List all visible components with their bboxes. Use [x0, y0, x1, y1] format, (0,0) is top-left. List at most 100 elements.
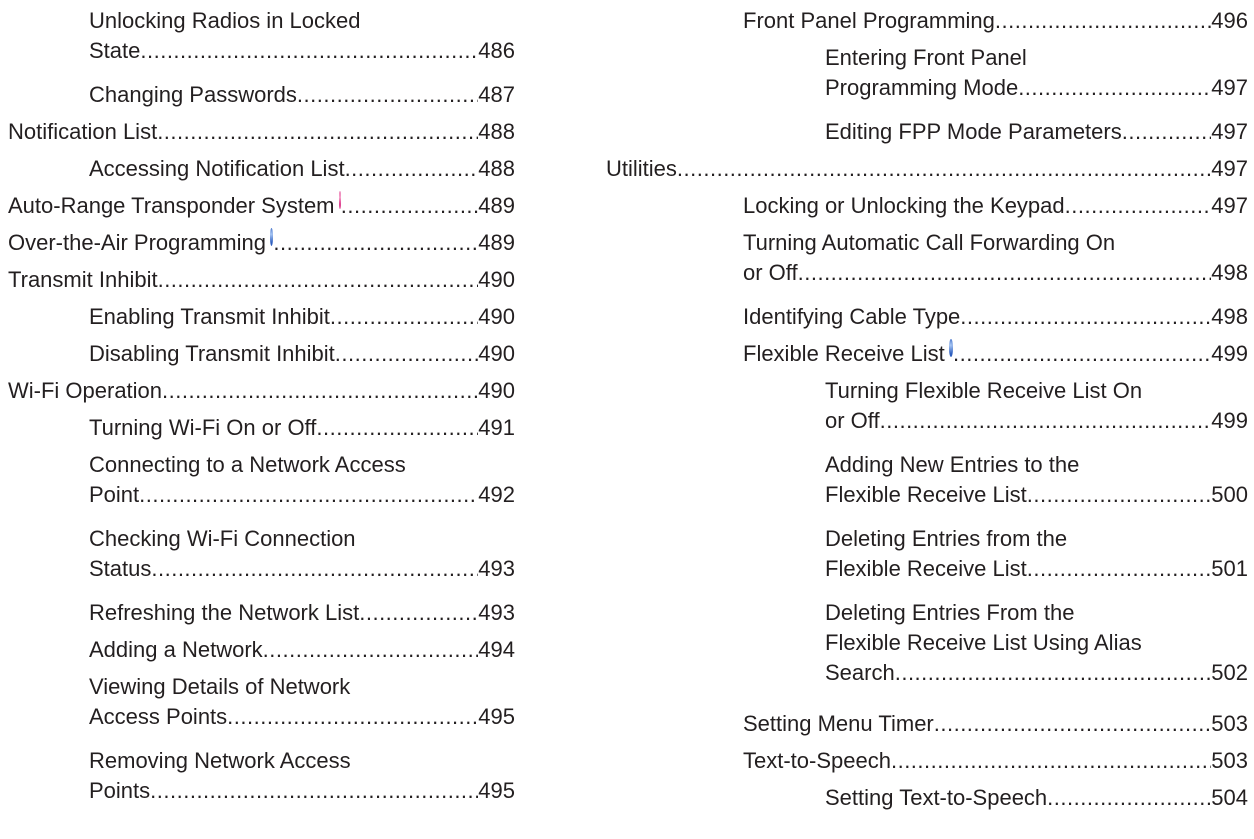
- toc-entry[interactable]: Over-the-Air Programming 489: [8, 228, 515, 258]
- dot-leader: [1018, 73, 1211, 103]
- toc-page-number: 496: [1211, 8, 1248, 33]
- toc-entry[interactable]: Transmit Inhibit 490: [8, 265, 515, 295]
- toc-page-number: 489: [478, 230, 515, 255]
- toc-entry-title: Access Points: [89, 704, 228, 729]
- toc-entry-title: Deleting Entries from the: [825, 526, 1068, 551]
- toc-entry-title: Transmit Inhibit: [8, 267, 158, 292]
- toc-entry-title: Text-to-Speech: [743, 748, 891, 773]
- toc-entry[interactable]: Utilities 497: [606, 154, 1248, 184]
- toc-page-number: 487: [478, 82, 515, 107]
- toc-entry-title: Unlocking Radios in Locked: [89, 8, 361, 33]
- toc-page-number: 497: [1211, 75, 1248, 100]
- toc-entry[interactable]: Notification List 488: [8, 117, 515, 147]
- toc-entry[interactable]: Accessing Notification List 488: [89, 154, 515, 184]
- toc-page-number: 494: [478, 637, 515, 662]
- toc-entry[interactable]: Turning Wi-Fi On or Off 491: [89, 413, 515, 443]
- toc-entry[interactable]: Connecting to a Network Access Point 492: [89, 450, 515, 510]
- toc-entry-title: Viewing Details of Network: [89, 674, 351, 699]
- toc-entry[interactable]: Text-to-Speech 503: [743, 746, 1248, 776]
- toc-entry-title: Search: [825, 660, 895, 685]
- toc-entry-title: or Off: [743, 260, 798, 285]
- toc-page-number: 486: [478, 38, 515, 63]
- toc-entry[interactable]: Deleting Entries From the Flexible Receiv…: [825, 598, 1248, 688]
- toc-entry-title: Deleting Entries From the: [825, 600, 1075, 625]
- toc-entry-title: Points: [89, 778, 151, 803]
- toc-page-number: 497: [1211, 156, 1248, 181]
- toc-entry-title: Flexible Receive List Using Alias: [825, 630, 1142, 655]
- toc-page-number: 493: [478, 600, 515, 625]
- toc-entry[interactable]: Setting Menu Timer 503: [743, 709, 1248, 739]
- toc-entry[interactable]: Entering Front Panel Programming Mode 497: [825, 43, 1248, 103]
- toc-entry-title: or Off: [825, 408, 880, 433]
- toc-page-number: 489: [478, 193, 515, 218]
- toc-entry[interactable]: Front Panel Programming 496: [743, 6, 1248, 36]
- toc-page-number: 490: [478, 378, 515, 403]
- toc-entry[interactable]: Adding New Entries to the Flexible Receiv…: [825, 450, 1248, 510]
- toc-page-number: 499: [1211, 408, 1248, 433]
- toc-entry-title: Utilities: [606, 156, 677, 181]
- toc-entry[interactable]: Unlocking Radios in Locked State 486: [89, 6, 515, 66]
- toc-entry[interactable]: Identifying Cable Type 498: [743, 302, 1248, 332]
- dot-leader: [345, 154, 479, 184]
- toc-page-number: 499: [1211, 341, 1248, 366]
- dot-leader: [1122, 117, 1212, 147]
- dot-leader: [895, 658, 1212, 688]
- toc-entry-title: Front Panel Programming: [743, 8, 995, 33]
- toc-entry-title: Changing Passwords: [89, 82, 297, 107]
- dot-leader: [995, 6, 1211, 36]
- toc-entry-title: Disabling Transmit Inhibit: [89, 341, 335, 366]
- toc-page-number: 501: [1211, 556, 1248, 581]
- dot-leader: [1047, 783, 1211, 813]
- toc-page-number: 492: [478, 482, 515, 507]
- toc-entry-title: Accessing Notification List: [89, 156, 345, 181]
- toc-page-number: 504: [1211, 785, 1248, 810]
- toc-entry-title: Turning Flexible Receive List On: [825, 378, 1143, 403]
- dot-leader: [1027, 554, 1212, 584]
- toc-entry[interactable]: Auto-Range Transponder System 489: [8, 191, 515, 221]
- toc-entry[interactable]: Turning Automatic Call Forwarding On or O…: [743, 228, 1248, 288]
- dot-leader: [273, 228, 478, 258]
- toc-entry[interactable]: Setting Text-to-Speech 504: [825, 783, 1248, 813]
- toc-entry-title: Adding a Network: [89, 637, 263, 662]
- toc-entry-title: Flexible Receive List: [825, 482, 1027, 507]
- dot-leader: [157, 117, 478, 147]
- dot-leader: [140, 36, 478, 66]
- toc-entry[interactable]: Refreshing the Network List 493: [89, 598, 515, 628]
- dot-leader: [139, 480, 478, 510]
- toc-entry[interactable]: Changing Passwords 487: [89, 80, 515, 110]
- dot-leader: [162, 376, 478, 406]
- toc-page-number: 490: [478, 304, 515, 329]
- toc-page-number: 490: [478, 267, 515, 292]
- toc-page-number: 498: [1211, 260, 1248, 285]
- toc-entry[interactable]: Checking Wi-Fi Connection Status 493: [89, 524, 515, 584]
- toc-page-number: 493: [478, 556, 515, 581]
- dot-leader: [891, 746, 1211, 776]
- toc-entry[interactable]: Disabling Transmit Inhibit 490: [89, 339, 515, 369]
- dot-leader: [297, 80, 478, 110]
- toc-entry-title: Wi-Fi Operation: [8, 378, 163, 403]
- toc-entry-title: Editing FPP Mode Parameters: [825, 119, 1122, 144]
- toc-entry-title: Point: [89, 482, 140, 507]
- toc-entry[interactable]: Deleting Entries from the Flexible Receiv…: [825, 524, 1248, 584]
- toc-page-number: 488: [478, 156, 515, 181]
- toc-entry-title: Flexible Receive List: [825, 556, 1027, 581]
- toc-entry[interactable]: Enabling Transmit Inhibit 490: [89, 302, 515, 332]
- toc-entry[interactable]: Turning Flexible Receive List On or Off 49…: [825, 376, 1248, 436]
- toc-entry[interactable]: Adding a Network 494: [89, 635, 515, 665]
- toc-entry-title: Removing Network Access: [89, 748, 351, 773]
- toc-entry[interactable]: Removing Network Access Points 495: [89, 746, 515, 806]
- toc-entry[interactable]: Editing FPP Mode Parameters 497: [825, 117, 1248, 147]
- toc-entry-title: Flexible Receive List: [743, 341, 945, 366]
- toc-entry[interactable]: Locking or Unlocking the Keypad 497: [743, 191, 1248, 221]
- toc-page-number: 500: [1211, 482, 1248, 507]
- dot-leader: [934, 709, 1212, 739]
- toc-entry-title: Notification List: [8, 119, 158, 144]
- dot-leader: [316, 413, 478, 443]
- toc-entry-title: Enabling Transmit Inhibit: [89, 304, 330, 329]
- toc-entry[interactable]: Wi-Fi Operation 490: [8, 376, 515, 406]
- toc-entry[interactable]: Flexible Receive List 499: [743, 339, 1248, 369]
- toc-entry-title: Refreshing the Network List: [89, 600, 360, 625]
- toc-page-number: 498: [1211, 304, 1248, 329]
- toc-entry[interactable]: Viewing Details of Network Access Points 4…: [89, 672, 515, 732]
- toc-entry-title: Programming Mode: [825, 75, 1019, 100]
